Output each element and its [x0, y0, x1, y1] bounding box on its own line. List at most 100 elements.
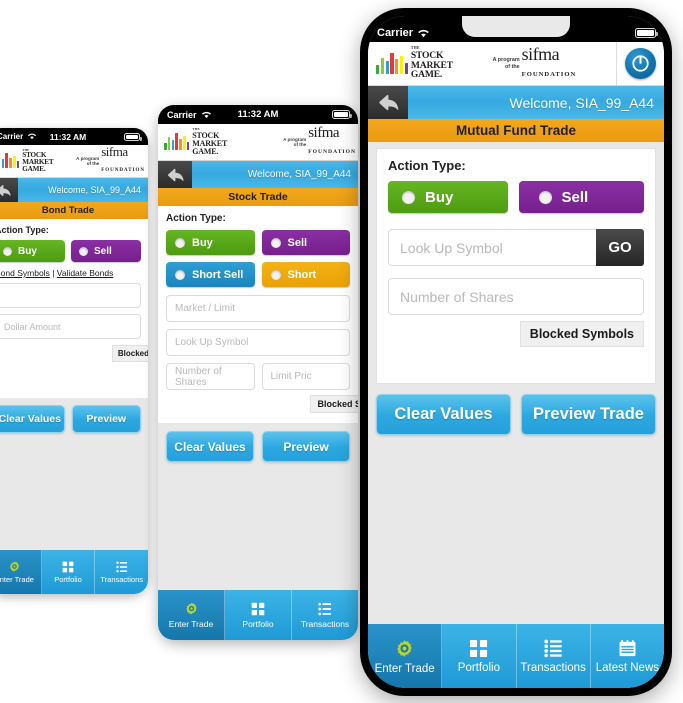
stock-action-buttons: Clear Values Preview: [158, 423, 358, 462]
look-up-symbol-placeholder: Look Up Symbol: [400, 239, 503, 256]
phone-mutual-fund-trade: Carrier 11:32 AM: [360, 8, 672, 696]
radio-dot-icon: [402, 190, 415, 204]
short-sell-radio-button[interactable]: Short Sell: [166, 262, 255, 287]
smg-bars-icon: [164, 133, 190, 151]
limit-price-field[interactable]: Limit Pric: [261, 363, 350, 390]
list-icon: [318, 602, 332, 616]
tab-label: Portfolio: [54, 574, 82, 584]
welcome-text: Welcome, SIA_99_A44: [48, 185, 141, 195]
list-icon: [544, 639, 563, 658]
look-up-symbol-field[interactable]: Look Up Symbol GO: [388, 229, 644, 266]
validate-bonds-link[interactable]: Validate Bonds: [57, 268, 114, 278]
tab-portfolio[interactable]: Portfolio: [42, 550, 96, 594]
tab-transactions[interactable]: Transactions: [292, 590, 358, 640]
sell-radio-button[interactable]: Sell: [71, 240, 141, 262]
status-time: 11:32 AM: [237, 109, 279, 120]
page-title: Bond Trade: [0, 202, 148, 219]
tab-bar: Enter Trade Portfolio Transactions: [158, 590, 358, 640]
tab-label: Transactions: [300, 618, 350, 629]
smg-wordmark: THE STOCK MARKET GAME.: [192, 127, 228, 156]
tab-portfolio[interactable]: Portfolio: [442, 624, 517, 688]
action-type-label: Action Type:: [166, 213, 226, 224]
number-of-shares-placeholder: Number of Shares: [175, 365, 222, 388]
back-arrow-icon[interactable]: [368, 86, 408, 119]
tab-enter-trade[interactable]: Enter Trade: [0, 550, 42, 594]
blocked-symbols-button[interactable]: Blocked S: [310, 395, 358, 413]
buy-label: Buy: [425, 188, 454, 206]
buy-radio-button[interactable]: Buy: [166, 230, 255, 255]
action-type-buttons: Buy Sell: [0, 240, 141, 262]
action-type-label: Action Type:: [0, 225, 49, 235]
mutual-fund-form-card: Action Type: Buy Sell Look Up Symbol GO …: [376, 148, 656, 384]
preview-trade-button[interactable]: Preview: [71, 405, 141, 433]
battery-full-icon: [635, 27, 658, 38]
tab-enter-trade[interactable]: Enter Trade: [368, 624, 443, 688]
buy-radio-button[interactable]: Buy: [388, 181, 508, 213]
buy-radio-button[interactable]: Buy: [0, 240, 65, 262]
power-button[interactable]: [616, 42, 664, 85]
tab-portfolio[interactable]: Portfolio: [225, 590, 292, 640]
bond-symbol-field[interactable]: [0, 283, 141, 308]
sell-radio-button[interactable]: Sell: [518, 181, 644, 213]
number-of-shares-field[interactable]: Number of Shares: [388, 278, 644, 315]
sifma-program-text: A program of the: [283, 136, 307, 147]
number-of-shares-placeholder: Number of Shares: [400, 288, 514, 305]
limit-price-placeholder: Limit Pric: [270, 371, 312, 382]
clear-values-button[interactable]: Clear Values: [166, 431, 254, 462]
grid-icon: [251, 602, 265, 616]
go-button[interactable]: GO: [596, 229, 644, 266]
blocked-symbols-button[interactable]: Blocked Symbols: [519, 321, 644, 347]
link-separator: |: [52, 268, 55, 278]
tab-label: Transactions: [100, 574, 143, 584]
tab-transactions[interactable]: Transactions: [95, 550, 148, 594]
short-cover-radio-button[interactable]: Short: [261, 262, 350, 287]
market-limit-field[interactable]: Market / Limit: [166, 295, 350, 322]
clear-values-button[interactable]: Clear Values: [0, 405, 65, 433]
power-icon: [625, 48, 656, 79]
battery-full-icon: [124, 132, 142, 141]
sell-label: Sell: [561, 188, 589, 206]
market-limit-placeholder: Market / Limit: [175, 303, 236, 314]
clear-values-button[interactable]: Clear Values: [376, 394, 511, 435]
gear-icon: [184, 601, 199, 616]
back-arrow-icon[interactable]: [158, 161, 192, 188]
dollar-amount-placeholder: Dollar Amount: [4, 321, 61, 332]
battery-full-icon: [332, 110, 352, 119]
brand-header: THE STOCK MARKET GAME. A program of the …: [368, 42, 664, 86]
preview-trade-button[interactable]: Preview Trade: [521, 394, 656, 435]
look-up-symbol-placeholder: Look Up Symbol: [175, 337, 249, 348]
bond-symbols-link[interactable]: Bond Symbols: [0, 268, 50, 278]
grid-icon: [469, 639, 488, 658]
sell-label: Sell: [94, 245, 112, 257]
stock-form-card: Action Type: Buy Sell Short Sell Short M…: [158, 206, 358, 423]
tab-transactions[interactable]: Transactions: [517, 624, 591, 688]
buy-label: Buy: [18, 245, 37, 257]
smg-logo: THE STOCK MARKET GAME.: [0, 148, 54, 174]
dollar-amount-field[interactable]: Dollar Amount: [0, 314, 141, 339]
back-arrow-icon[interactable]: [0, 178, 18, 202]
action-type-buttons-row2: Short Sell Short: [166, 262, 350, 287]
sifma-program-text: A program of the: [492, 57, 520, 70]
sifma-logo: A program of the sifma FOUNDATION: [76, 143, 145, 174]
phone-bond-trade: Carrier 11:32 AM THE STOC: [0, 128, 148, 594]
page-title: Stock Trade: [158, 188, 358, 206]
brand-header: THE STOCK MARKET GAME. A program of the …: [0, 145, 148, 178]
preview-trade-button[interactable]: Preview: [262, 431, 350, 462]
tab-bar: Enter Trade Portfolio Transactions: [0, 550, 148, 594]
tab-enter-trade[interactable]: Enter Trade: [158, 590, 225, 640]
blocked-row: Blocked S: [166, 395, 358, 413]
action-type-buttons-row1: Buy Sell: [166, 230, 350, 255]
look-up-symbol-field[interactable]: Look Up Symbol: [166, 329, 350, 356]
sell-radio-button[interactable]: Sell: [261, 230, 350, 255]
number-of-shares-field[interactable]: Number of Shares: [166, 363, 255, 390]
bond-screen: Carrier 11:32 AM THE STOC: [0, 128, 148, 594]
blocked-row: Blocked Symbols: [388, 321, 644, 347]
smg-logo: THE STOCK MARKET GAME.: [158, 128, 227, 155]
bond-action-buttons: Clear Values Preview: [0, 398, 148, 433]
blocked-symbols-button[interactable]: Blocked: [111, 345, 148, 362]
phone-notch: [462, 16, 570, 37]
radio-dot-icon: [3, 246, 12, 256]
welcome-bar: Welcome, SIA_99_A44: [158, 161, 358, 188]
tab-latest-news[interactable]: Latest News: [591, 624, 664, 688]
tab-label: Enter Trade: [374, 662, 435, 675]
